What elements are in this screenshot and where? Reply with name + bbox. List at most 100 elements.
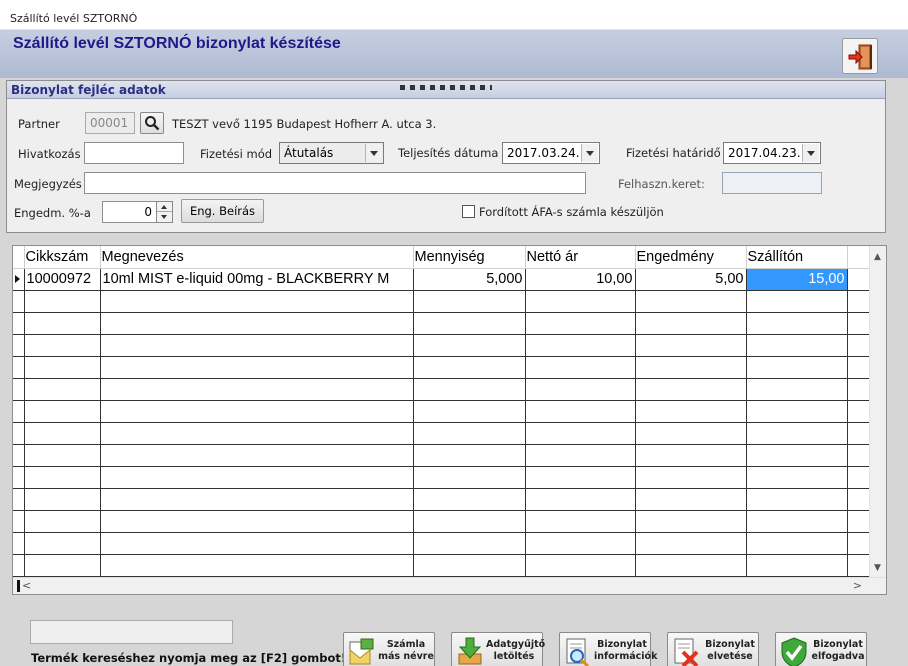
column-header[interactable]: Megnevezés bbox=[100, 246, 414, 269]
szamla-mas-nevre-button[interactable]: Számla más névre bbox=[343, 632, 435, 666]
empty-cell[interactable] bbox=[635, 312, 747, 335]
empty-cell[interactable] bbox=[525, 290, 636, 313]
eng-beiras-button[interactable]: Eng. Beírás bbox=[181, 199, 264, 223]
empty-cell[interactable] bbox=[100, 312, 414, 335]
empty-cell[interactable] bbox=[413, 422, 526, 445]
column-header[interactable]: Engedmény bbox=[635, 246, 747, 269]
empty-cell[interactable] bbox=[746, 400, 848, 423]
empty-cell[interactable] bbox=[635, 532, 747, 555]
empty-cell[interactable] bbox=[525, 532, 636, 555]
empty-cell[interactable] bbox=[635, 466, 747, 489]
empty-cell[interactable] bbox=[746, 444, 848, 467]
chevron-down-icon[interactable] bbox=[802, 144, 819, 162]
empty-cell[interactable] bbox=[525, 488, 636, 511]
empty-cell[interactable] bbox=[525, 400, 636, 423]
empty-cell[interactable] bbox=[100, 466, 414, 489]
scroll-right-icon[interactable]: > bbox=[853, 579, 862, 592]
empty-cell[interactable] bbox=[635, 422, 747, 445]
empty-cell[interactable] bbox=[413, 488, 526, 511]
items-grid[interactable]: Cikkszám Megnevezés Mennyiség Nettó ár E… bbox=[12, 245, 887, 595]
empty-cell[interactable] bbox=[413, 510, 526, 533]
empty-cell[interactable] bbox=[24, 400, 101, 423]
cell-netto-ar[interactable]: 10,00 bbox=[525, 268, 636, 291]
bizonylat-elfogadva-button[interactable]: Bizonylat elfogadva bbox=[775, 632, 867, 666]
empty-cell[interactable] bbox=[525, 334, 636, 357]
empty-cell[interactable] bbox=[24, 444, 101, 467]
bizonylat-elvetese-button[interactable]: Bizonylat elvetése bbox=[667, 632, 759, 666]
empty-cell[interactable] bbox=[525, 356, 636, 379]
empty-cell[interactable] bbox=[635, 356, 747, 379]
chevron-down-icon[interactable] bbox=[581, 144, 598, 162]
empty-cell[interactable] bbox=[24, 422, 101, 445]
empty-cell[interactable] bbox=[413, 334, 526, 357]
empty-cell[interactable] bbox=[635, 400, 747, 423]
group-header[interactable]: Bizonylat fejléc adatok bbox=[7, 81, 885, 99]
engedm-input[interactable]: 0 bbox=[102, 201, 157, 223]
empty-cell[interactable] bbox=[746, 334, 848, 357]
cell-mennyiseg[interactable]: 5,000 bbox=[413, 268, 526, 291]
empty-cell[interactable] bbox=[100, 334, 414, 357]
engedm-spinner[interactable] bbox=[156, 201, 173, 223]
hivatkozas-input[interactable] bbox=[84, 142, 184, 164]
empty-cell[interactable] bbox=[24, 554, 101, 577]
empty-cell[interactable] bbox=[635, 334, 747, 357]
empty-cell[interactable] bbox=[746, 510, 848, 533]
empty-cell[interactable] bbox=[24, 334, 101, 357]
empty-cell[interactable] bbox=[635, 290, 747, 313]
empty-table-row[interactable] bbox=[13, 488, 870, 511]
scroll-thumb[interactable] bbox=[17, 580, 20, 592]
empty-cell[interactable] bbox=[746, 422, 848, 445]
empty-cell[interactable] bbox=[24, 532, 101, 555]
horizontal-scrollbar[interactable]: < > bbox=[13, 577, 886, 594]
empty-table-row[interactable] bbox=[13, 444, 870, 467]
scroll-down-icon[interactable]: ▼ bbox=[874, 563, 881, 573]
megjegyzes-input[interactable] bbox=[84, 172, 586, 194]
empty-table-row[interactable] bbox=[13, 510, 870, 533]
empty-cell[interactable] bbox=[525, 378, 636, 401]
cell-megnevezes[interactable]: 10ml MIST e-liquid 00mg - BLACKBERRY M bbox=[100, 268, 414, 291]
exit-button[interactable] bbox=[842, 38, 878, 74]
column-header[interactable]: Cikkszám bbox=[24, 246, 101, 269]
empty-cell[interactable] bbox=[525, 422, 636, 445]
empty-cell[interactable] bbox=[100, 488, 414, 511]
empty-cell[interactable] bbox=[100, 356, 414, 379]
partner-search-button[interactable] bbox=[140, 112, 164, 134]
empty-cell[interactable] bbox=[413, 378, 526, 401]
empty-cell[interactable] bbox=[635, 488, 747, 511]
empty-cell[interactable] bbox=[746, 378, 848, 401]
empty-cell[interactable] bbox=[100, 422, 414, 445]
empty-cell[interactable] bbox=[24, 356, 101, 379]
empty-table-row[interactable] bbox=[13, 334, 870, 357]
empty-table-row[interactable] bbox=[13, 554, 870, 577]
empty-table-row[interactable] bbox=[13, 312, 870, 335]
adatgyujto-letoltes-button[interactable]: Adatgyűjtő letöltés bbox=[451, 632, 545, 666]
teljesites-date-picker[interactable]: 2017.03.24. bbox=[502, 142, 600, 164]
column-header[interactable]: Mennyiség bbox=[413, 246, 526, 269]
empty-cell[interactable] bbox=[24, 510, 101, 533]
scroll-up-icon[interactable]: ▲ bbox=[874, 252, 881, 262]
empty-table-row[interactable] bbox=[13, 532, 870, 555]
vertical-scrollbar[interactable]: ▲ ▼ bbox=[869, 246, 886, 577]
empty-cell[interactable] bbox=[525, 444, 636, 467]
table-row[interactable]: 10000972 10ml MIST e-liquid 00mg - BLACK… bbox=[13, 268, 870, 291]
empty-cell[interactable] bbox=[100, 290, 414, 313]
empty-cell[interactable] bbox=[746, 532, 848, 555]
empty-cell[interactable] bbox=[24, 312, 101, 335]
empty-cell[interactable] bbox=[100, 400, 414, 423]
partner-code-field[interactable]: 00001 bbox=[85, 112, 135, 134]
empty-cell[interactable] bbox=[635, 378, 747, 401]
empty-table-row[interactable] bbox=[13, 422, 870, 445]
empty-cell[interactable] bbox=[413, 466, 526, 489]
empty-cell[interactable] bbox=[413, 290, 526, 313]
empty-cell[interactable] bbox=[525, 466, 636, 489]
collapse-grip[interactable] bbox=[400, 85, 492, 90]
empty-cell[interactable] bbox=[100, 554, 414, 577]
empty-table-row[interactable] bbox=[13, 290, 870, 313]
empty-table-row[interactable] bbox=[13, 378, 870, 401]
empty-cell[interactable] bbox=[413, 444, 526, 467]
empty-cell[interactable] bbox=[24, 378, 101, 401]
empty-cell[interactable] bbox=[100, 378, 414, 401]
empty-cell[interactable] bbox=[413, 554, 526, 577]
empty-cell[interactable] bbox=[746, 290, 848, 313]
scroll-left-icon[interactable]: < bbox=[22, 579, 31, 592]
